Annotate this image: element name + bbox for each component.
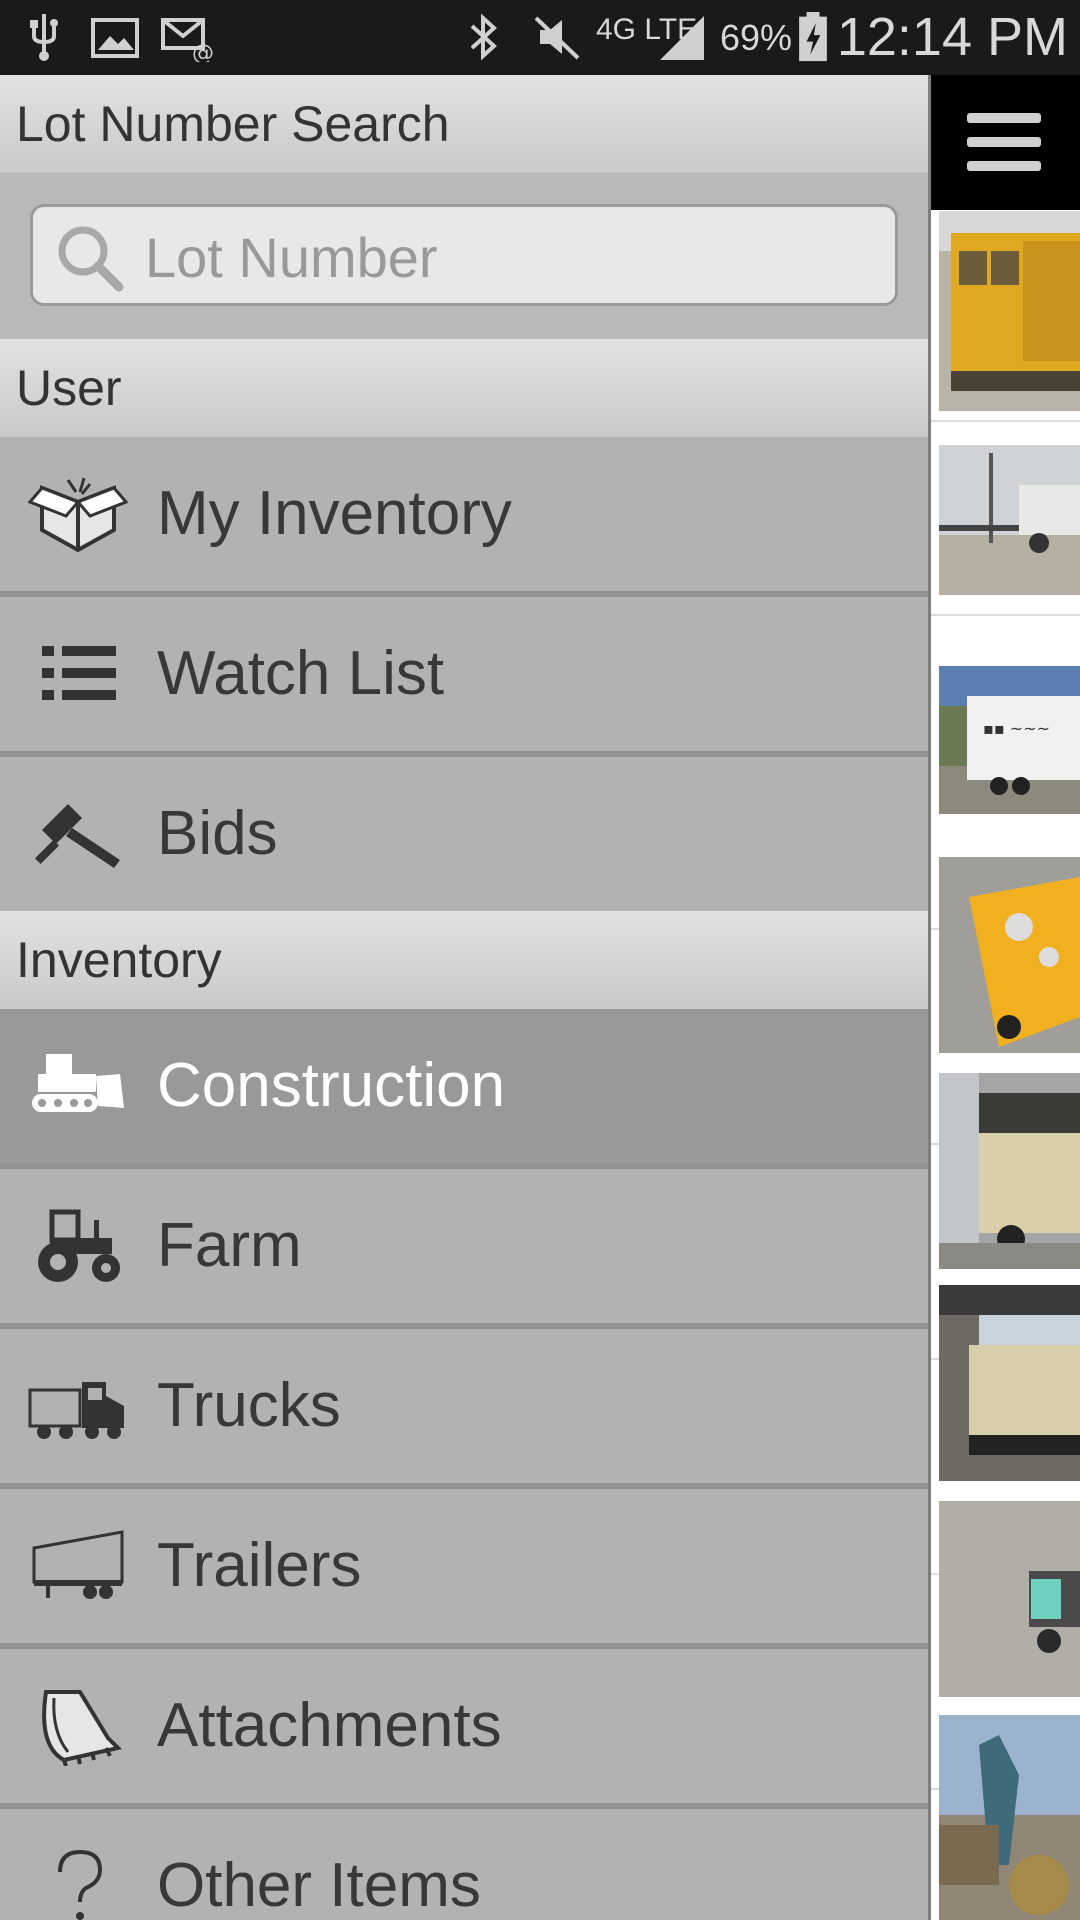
bucket-icon (42, 1690, 122, 1766)
menu-item-my-inventory[interactable]: My Inventory (0, 437, 928, 597)
yellow-generator-top-thumbnail[interactable] (939, 857, 1080, 1053)
truck-icon (28, 1382, 124, 1439)
light-tower-trailer-thumbnail[interactable] (939, 445, 1080, 595)
tractor-icon (38, 1209, 120, 1282)
box-icon (28, 477, 128, 553)
status-bar: @ 4G LTE 69% 12:14 PM (0, 0, 1080, 75)
small-generator-thumbnail[interactable] (939, 1501, 1080, 1697)
battery-charging-icon (799, 12, 827, 62)
svg-text:▪▪ ~~~: ▪▪ ~~~ (983, 719, 1050, 738)
listing-panel: ▪▪ ~~~ (931, 75, 1080, 1920)
menu-item-label: Construction (157, 1051, 506, 1120)
mute-icon (534, 16, 580, 60)
user-section-header: User (0, 339, 928, 437)
menu-item-label: Farm (157, 1211, 302, 1280)
menu-item-label: Trucks (157, 1371, 341, 1440)
trailer-icon (32, 1530, 124, 1599)
white-box-trailer-thumbnail[interactable]: ▪▪ ~~~ (939, 666, 1080, 814)
menu-item-label: Watch List (157, 639, 445, 708)
inventory-section-header: Inventory (0, 911, 928, 1009)
menu-item-construction[interactable]: Construction (0, 1009, 928, 1169)
yellow-generator-thumbnail[interactable] (939, 211, 1080, 411)
email-icon: @ (161, 18, 214, 62)
lot-search-header: Lot Number Search (0, 75, 928, 173)
question-icon (58, 1849, 103, 1920)
menu-item-attachments[interactable]: Attachments (0, 1649, 928, 1809)
lot-number-input[interactable] (143, 215, 867, 299)
menu-item-bids[interactable]: Bids (0, 757, 928, 917)
menu-item-label: Attachments (157, 1691, 502, 1760)
beige-generator-thumbnail[interactable] (939, 1073, 1080, 1269)
menu-item-label: Other Items (157, 1851, 481, 1920)
navigation-drawer: Lot Number Search User My Inventory (0, 75, 928, 1920)
signal-icon (660, 16, 704, 60)
menu-item-label: Bids (157, 799, 278, 868)
search-icon (58, 226, 124, 292)
menu-item-other-items[interactable]: Other Items (0, 1809, 928, 1920)
menu-button[interactable] (931, 75, 1080, 210)
lot-search-area (0, 173, 928, 339)
bulldozer-icon (32, 1054, 124, 1112)
clock: 12:14 PM (836, 7, 1068, 67)
image-icon (91, 18, 139, 58)
usb-icon (30, 14, 58, 61)
bluetooth-icon (470, 13, 497, 61)
list-icon (42, 646, 116, 700)
menu-item-trucks[interactable]: Trucks (0, 1329, 928, 1489)
enclosed-generator-thumbnail[interactable] (939, 1285, 1080, 1481)
equipment-yard-thumbnail[interactable] (939, 1715, 1080, 1920)
menu-item-label: Trailers (157, 1531, 362, 1600)
menu-item-watch-list[interactable]: Watch List (0, 597, 928, 757)
lot-number-search-box[interactable] (30, 204, 898, 306)
menu-item-trailers[interactable]: Trailers (0, 1489, 928, 1649)
svg-text:@: @ (192, 41, 214, 62)
battery-percent: 69% (720, 17, 793, 58)
menu-item-farm[interactable]: Farm (0, 1169, 928, 1329)
menu-item-label: My Inventory (157, 479, 512, 548)
gavel-icon (34, 804, 120, 868)
